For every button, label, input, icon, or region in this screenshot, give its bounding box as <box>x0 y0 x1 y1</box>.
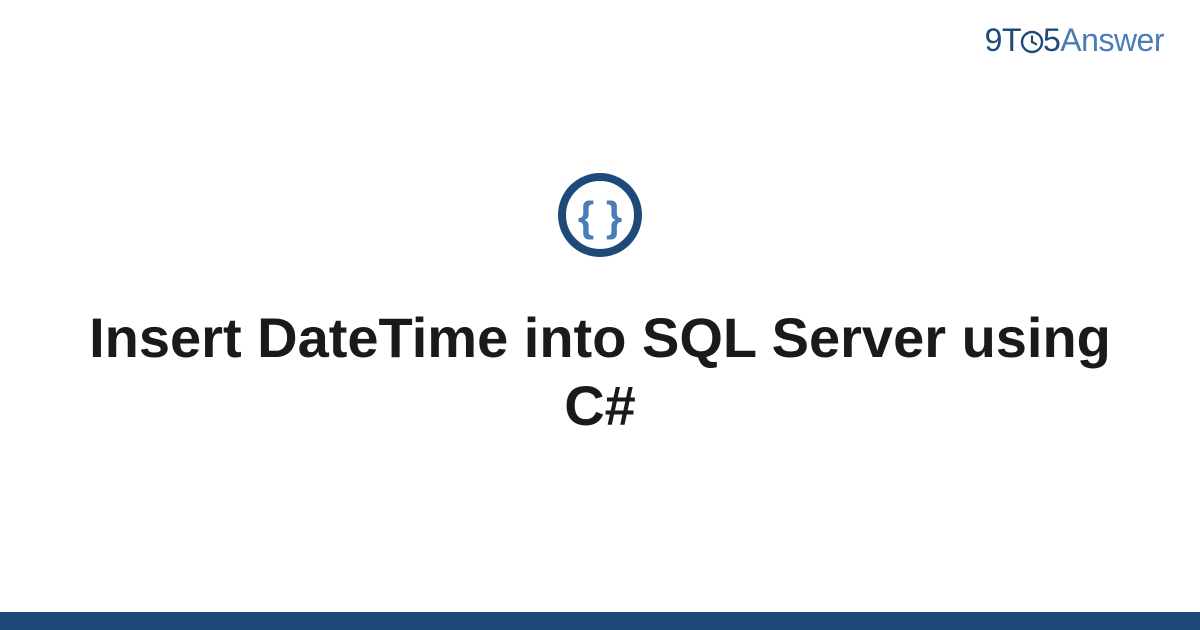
code-braces-icon: { } <box>557 172 643 258</box>
page-title: Insert DateTime into SQL Server using C# <box>75 304 1125 441</box>
content-area: { } Insert DateTime into SQL Server usin… <box>0 0 1200 612</box>
bottom-accent-bar <box>0 612 1200 630</box>
svg-text:{ }: { } <box>578 193 622 240</box>
